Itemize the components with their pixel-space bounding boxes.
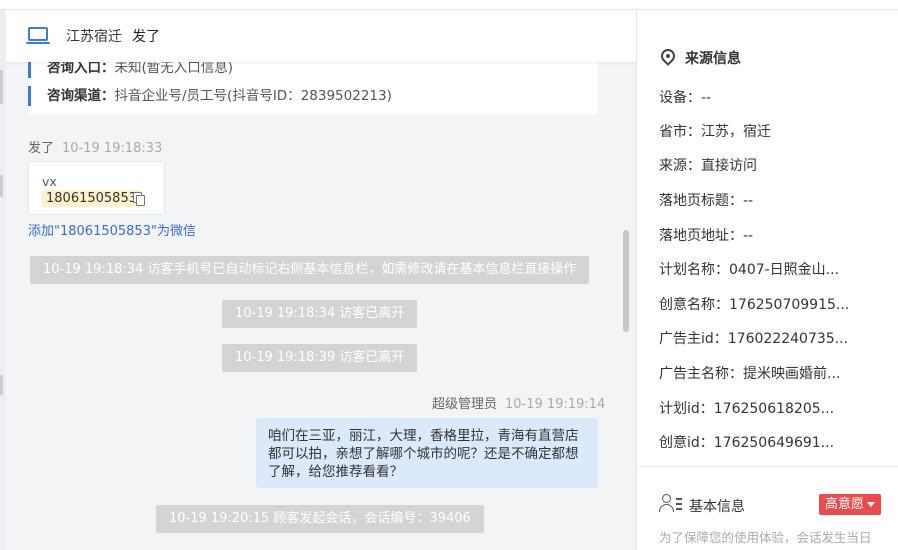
agent-name: 超级管理员 (432, 397, 498, 412)
system-message: 10-19 19:18:34 访客手机号已自动标记右侧基本信息栏，如需修改请在基… (30, 256, 590, 284)
advertiser-name-field: 广告主名称：提米映画婚前... (659, 366, 841, 382)
source-info-title: 来源信息 (685, 51, 741, 67)
advertiser-id-field: 广告主id：176022240735... (659, 331, 849, 347)
creative-name-field: 创意名称：176250709915... (659, 297, 850, 313)
intent-badge[interactable]: 高意愿 (819, 494, 882, 515)
creative-id-field: 创意id：176250649691... (659, 435, 835, 451)
consult-channel-label: 咨询渠道： (47, 88, 115, 104)
chat-header: 江苏宿迁 发了 (6, 10, 636, 62)
add-wechat-link[interactable]: 添加"18061505853"为微信 (28, 220, 196, 239)
visitor-location: 江苏宿迁 (66, 29, 122, 45)
intent-badge-label: 高意愿 (825, 497, 865, 512)
source-field: 来源：直接访问 (659, 158, 757, 174)
plan-name-field: 计划名称：0407-日照金山... (659, 262, 840, 278)
chevron-down-icon (867, 502, 876, 507)
system-message: 10-19 19:18:34 访客已离开 (222, 300, 418, 328)
basic-info-title: 基本信息 (689, 499, 745, 515)
chat-panel[interactable]: 江苏宿迁 发了 咨询入口：未知(暂无入口信息) 咨询渠道：抖音企业号/员工号(抖… (6, 0, 636, 550)
visitor-message-bubble: vx 18061505853 (28, 161, 165, 215)
computer-icon (26, 26, 52, 46)
province-field: 省市：江苏，宿迁 (659, 124, 771, 140)
usage-notice: 为了保障您的使用体验，会话发生当日 (659, 530, 872, 545)
copy-icon[interactable] (133, 192, 146, 206)
consult-entry-value: 未知(暂无入口信息) (114, 60, 234, 76)
landing-url-field: 落地页地址：-- (659, 228, 754, 244)
vx-text: vx (42, 174, 57, 189)
system-message: 10-19 19:20:15 顾客发起会话，会话编号：39406 (156, 505, 484, 533)
agent-message-bubble: 咱们在三亚，丽江，大理，香格里拉，青海有直营店都可以拍，亲想了解哪个城市的呢？还… (256, 418, 598, 488)
visitor-message-meta: 发了 10-19 19:18:33 (28, 137, 162, 156)
system-message: 10-19 19:18:39 访客已离开 (222, 344, 418, 372)
location-pin-icon (658, 46, 678, 67)
landing-title-field: 落地页标题：-- (659, 193, 754, 209)
consult-entry-label: 咨询入口： (47, 60, 115, 76)
top-bar (0, 0, 898, 10)
visitor-message-time: 10-19 19:18:33 (62, 141, 163, 156)
visitor-info-panel: 来源信息 设备：-- 省市：江苏，宿迁 来源：直接访问 落地页标题：-- 落地页… (636, 10, 898, 550)
consult-channel-row: 咨询渠道：抖音企业号/员工号(抖音号ID：2839502213) (28, 86, 392, 106)
last-message: 发了 (132, 29, 160, 45)
chat-scrollbar[interactable] (623, 230, 629, 332)
plan-id-field: 计划id：176250618205... (659, 401, 835, 417)
section-divider (637, 466, 898, 467)
user-list-icon (659, 494, 683, 514)
visitor-name: 发了 (28, 141, 55, 156)
phone-number-highlight[interactable]: 18061505853 (42, 190, 141, 207)
agent-message-time: 10-19 19:19:14 (505, 397, 606, 412)
device-field: 设备：-- (659, 90, 712, 106)
consult-channel-value: 抖音企业号/员工号(抖音号ID：2839502213) (114, 88, 392, 104)
agent-message-meta: 超级管理员 10-19 19:19:14 (432, 393, 605, 412)
